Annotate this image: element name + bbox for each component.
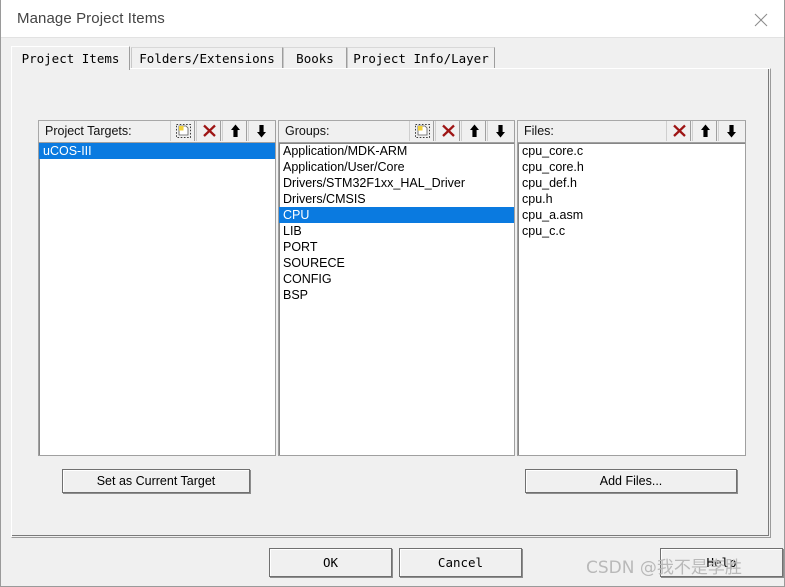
list-item[interactable]: cpu_a.asm (518, 207, 745, 223)
close-icon (754, 13, 768, 27)
tab-project-items[interactable]: Project Items (11, 46, 130, 70)
targets-move-up-button[interactable] (222, 121, 247, 141)
title-bar: Manage Project Items (1, 0, 784, 38)
files-move-down-button[interactable] (718, 121, 746, 141)
close-button[interactable] (738, 0, 784, 37)
groups-label: Groups: (285, 124, 330, 138)
list-item[interactable]: Application/User/Core (279, 159, 514, 175)
move-up-icon (701, 124, 710, 137)
new-item-icon (176, 124, 191, 138)
list-item[interactable]: cpu_core.c (518, 143, 745, 159)
list-item[interactable]: cpu_c.c (518, 223, 745, 239)
list-item[interactable]: BSP (279, 287, 514, 303)
set-as-current-target-button[interactable]: Set as Current Target (62, 469, 250, 493)
list-item[interactable]: uCOS-III (39, 143, 275, 159)
list-item[interactable]: CONFIG (279, 271, 514, 287)
tab-books[interactable]: Books (283, 47, 347, 69)
groups-move-up-button[interactable] (461, 121, 486, 141)
dialog-window: Manage Project Items Project Items Folde… (0, 0, 785, 587)
list-item[interactable]: cpu_core.h (518, 159, 745, 175)
files-header: Files: (517, 120, 746, 142)
files-list[interactable]: cpu_core.c cpu_core.h cpu_def.h cpu.h cp… (517, 142, 746, 456)
delete-icon (203, 124, 216, 137)
list-item[interactable]: cpu_def.h (518, 175, 745, 191)
list-item[interactable]: PORT (279, 239, 514, 255)
targets-move-down-button[interactable] (248, 121, 276, 141)
delete-icon (673, 124, 686, 137)
add-files-button[interactable]: Add Files... (525, 469, 737, 493)
list-item[interactable]: Application/MDK-ARM (279, 143, 514, 159)
list-item[interactable]: SOURECE (279, 255, 514, 271)
ok-button[interactable]: OK (269, 548, 392, 577)
list-item[interactable]: Drivers/CMSIS (279, 191, 514, 207)
files-label: Files: (524, 124, 554, 138)
move-down-icon (496, 125, 505, 138)
cancel-button[interactable]: Cancel (399, 548, 522, 577)
groups-header: Groups: (278, 120, 515, 142)
tab-content-panel: Project Targets: uCOS-III Groups: Applic… (11, 68, 771, 538)
new-item-icon (415, 124, 430, 138)
groups-move-down-button[interactable] (487, 121, 515, 141)
list-item[interactable]: Drivers/STM32F1xx_HAL_Driver (279, 175, 514, 191)
files-delete-button[interactable] (666, 121, 691, 141)
move-up-icon (470, 124, 479, 137)
project-targets-label: Project Targets: (45, 124, 132, 138)
groups-new-button[interactable] (409, 121, 434, 141)
tab-folders-extensions[interactable]: Folders/Extensions (131, 47, 283, 69)
groups-list[interactable]: Application/MDK-ARM Application/User/Cor… (278, 142, 515, 456)
move-down-icon (257, 125, 266, 138)
targets-new-button[interactable] (170, 121, 195, 141)
move-up-icon (231, 124, 240, 137)
move-down-icon (727, 125, 736, 138)
groups-delete-button[interactable] (435, 121, 460, 141)
tab-project-info-layer[interactable]: Project Info/Layer (347, 47, 495, 69)
targets-delete-button[interactable] (196, 121, 221, 141)
window-title: Manage Project Items (17, 10, 165, 27)
project-targets-header: Project Targets: (38, 120, 276, 142)
list-item[interactable]: cpu.h (518, 191, 745, 207)
list-item[interactable]: LIB (279, 223, 514, 239)
delete-icon (442, 124, 455, 137)
list-item[interactable]: CPU (279, 207, 514, 223)
files-move-up-button[interactable] (692, 121, 717, 141)
help-button[interactable]: Help (660, 548, 783, 577)
project-targets-list[interactable]: uCOS-III (38, 142, 276, 456)
tab-strip: Project Items Folders/Extensions Books P… (11, 46, 771, 70)
